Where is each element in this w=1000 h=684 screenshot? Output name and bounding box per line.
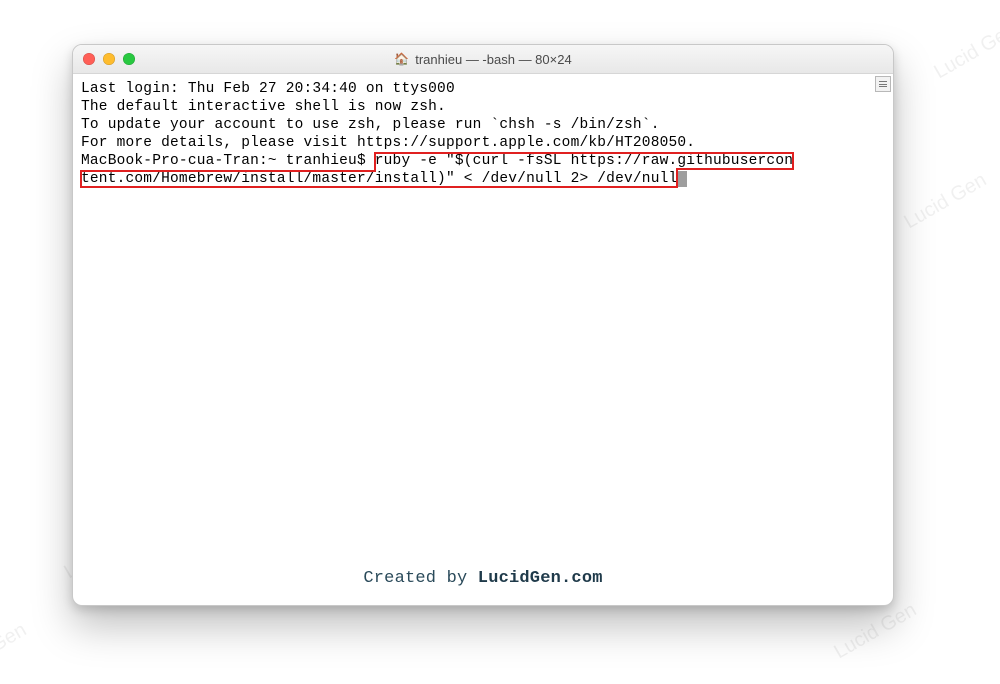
terminal-line: For more details, please visit https://s… (81, 134, 887, 152)
watermark: Lucid Gen (930, 19, 1000, 85)
window-controls (83, 53, 135, 65)
prompt-text: MacBook-Pro-cua-Tran:~ tranhieu$ (81, 153, 375, 169)
command-text-part2: tent.com/Homebrew/install/master/install… (81, 171, 677, 187)
terminal-cursor (678, 171, 687, 187)
terminal-line: The default interactive shell is now zsh… (81, 98, 887, 116)
close-button[interactable] (83, 53, 95, 65)
zoom-button[interactable] (123, 53, 135, 65)
footer-brand: LucidGen.com (478, 569, 603, 588)
watermark: Lucid Gen (900, 169, 990, 235)
terminal-body[interactable]: Last login: Thu Feb 27 20:34:40 on ttys0… (73, 74, 893, 606)
footer-credit: Created by LucidGen.com (73, 570, 893, 588)
home-icon: 🏠 (394, 53, 409, 65)
window-title-text: tranhieu — -bash — 80×24 (415, 52, 571, 67)
terminal-window: 🏠 tranhieu — -bash — 80×24 Last login: T… (72, 44, 894, 606)
terminal-line: Last login: Thu Feb 27 20:34:40 on ttys0… (81, 80, 887, 98)
scroll-indicator-icon[interactable] (875, 76, 891, 92)
command-text-part1: ruby -e "$(curl -fsSL https://raw.github… (375, 153, 793, 169)
watermark: Lucid Gen (830, 599, 920, 665)
window-titlebar[interactable]: 🏠 tranhieu — -bash — 80×24 (73, 45, 893, 74)
watermark: Lucid Gen (0, 619, 31, 684)
window-title: 🏠 tranhieu — -bash — 80×24 (73, 52, 893, 67)
terminal-prompt-line: MacBook-Pro-cua-Tran:~ tranhieu$ ruby -e… (81, 152, 887, 188)
minimize-button[interactable] (103, 53, 115, 65)
terminal-line: To update your account to use zsh, pleas… (81, 116, 887, 134)
footer-prefix: Created by (363, 569, 477, 588)
